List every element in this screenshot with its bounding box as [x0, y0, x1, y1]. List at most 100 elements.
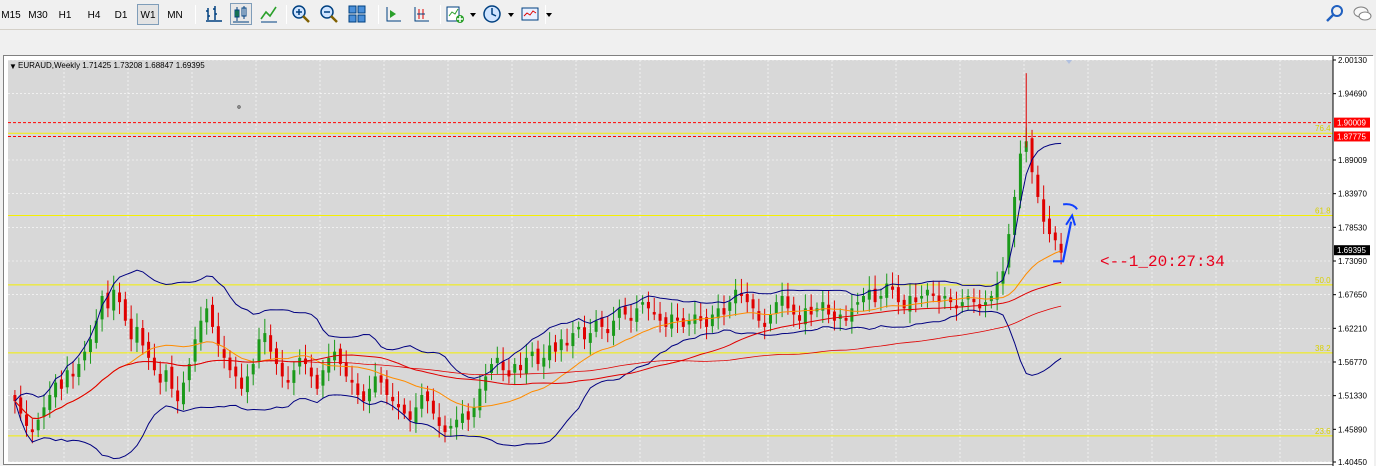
search-icon[interactable] [1324, 3, 1346, 25]
candle-body [501, 361, 505, 371]
candle-body [437, 417, 441, 426]
candlestick-chart-icon[interactable] [230, 3, 252, 25]
candle-body [513, 364, 517, 373]
timeframe-d1[interactable]: D1 [112, 4, 130, 25]
candle-body [856, 302, 860, 305]
templates-icon[interactable] [519, 3, 541, 25]
candle-body [751, 299, 755, 309]
price-tag-label: 1.90009 [1337, 119, 1366, 128]
candle-body [484, 376, 488, 391]
candle-body [367, 388, 371, 402]
tile-windows-icon[interactable] [346, 3, 368, 25]
candle-body [896, 287, 900, 303]
candle-body [350, 379, 354, 383]
line-chart-icon[interactable] [258, 3, 280, 25]
candle-body [385, 379, 389, 395]
candle-body [995, 283, 999, 300]
candle-body [768, 314, 772, 324]
candle-body [1053, 232, 1057, 241]
candle-body [861, 295, 865, 303]
candle-body [984, 302, 988, 305]
candle-body [1018, 153, 1022, 201]
indicators-icon[interactable] [444, 3, 466, 25]
candle-body [54, 382, 58, 398]
candle-body [48, 394, 52, 410]
candle-body [745, 293, 749, 303]
candle-body [710, 314, 714, 327]
dropdown-caret-icon[interactable] [470, 13, 476, 17]
price-tick-label: 1.94690 [1338, 90, 1367, 99]
candle-body [548, 345, 552, 361]
candle-body [88, 339, 92, 353]
price-tag-label: 1.87775 [1337, 132, 1366, 141]
price-tick-label: 2.00130 [1338, 56, 1367, 65]
candle-body [59, 379, 63, 389]
candle-body [792, 304, 796, 315]
fib-level-label: 76.4 [1315, 124, 1331, 133]
price-tick-label: 1.89009 [1338, 156, 1367, 165]
price-tick-label: 1.62210 [1338, 324, 1367, 333]
candle-body [205, 308, 209, 323]
candle-body [687, 320, 691, 325]
price-tick-label: 1.73090 [1338, 257, 1367, 266]
chart-header: EURAUD,Weekly 1.71425 1.73208 1.68847 1.… [18, 61, 205, 70]
fib-level-label: 23.6 [1315, 427, 1331, 436]
candle-body [71, 373, 75, 377]
price-tick-label: 1.78530 [1338, 223, 1367, 232]
zoom-out-icon[interactable] [318, 3, 340, 25]
candle-body [269, 335, 273, 352]
candle-body [617, 308, 621, 318]
candle-body [943, 295, 947, 299]
candle-body [193, 339, 197, 362]
toolbar-separator [286, 5, 287, 24]
price-tick-label: 1.45890 [1338, 425, 1367, 434]
candle-body [402, 404, 406, 414]
candle-body [234, 366, 238, 377]
toolbar-separator [440, 5, 441, 24]
autoscroll-icon[interactable] [410, 3, 432, 25]
candle-body [25, 414, 29, 426]
candle-body [571, 333, 575, 347]
candle-body [1047, 218, 1051, 235]
candle-body [356, 383, 360, 395]
candle-body [181, 382, 185, 405]
candle-body [652, 312, 656, 315]
candle-body [449, 425, 453, 429]
timeframe-w1[interactable]: W1 [137, 4, 159, 25]
symbol-menu-arrow[interactable]: ▼ [9, 62, 17, 71]
candle-body [664, 317, 668, 327]
dropdown-caret-icon[interactable] [508, 13, 514, 17]
candle-body [391, 396, 395, 402]
chart-shift-icon[interactable] [382, 3, 404, 25]
timeframe-h1[interactable]: H1 [55, 4, 75, 25]
candle-body [844, 317, 848, 321]
timeframe-m15[interactable]: M15 [0, 4, 22, 25]
candle-body [36, 419, 40, 431]
candle-body [588, 333, 592, 343]
candle-body [1036, 174, 1040, 197]
candle-body [187, 364, 191, 381]
candle-body [321, 370, 325, 386]
timeframe-h4[interactable]: H4 [83, 4, 105, 25]
periods-icon[interactable] [481, 3, 503, 25]
timeframe-m30[interactable]: M30 [25, 4, 51, 25]
candle-body [507, 370, 511, 377]
bar-chart-icon[interactable] [203, 3, 225, 25]
candle-body [30, 429, 34, 433]
candle-body [658, 313, 662, 321]
candle-body [123, 299, 127, 321]
candle-body [780, 295, 784, 306]
dropdown-caret-icon[interactable] [546, 13, 552, 17]
price-tick-label: 1.83970 [1338, 190, 1367, 199]
candle-body [286, 380, 290, 383]
candle-body [274, 348, 278, 365]
candle-body [257, 339, 261, 362]
candle-body [757, 311, 761, 321]
candle-body [362, 391, 366, 402]
candle-body [176, 390, 180, 402]
zoom-in-icon[interactable] [290, 3, 312, 25]
candle-body [774, 302, 778, 314]
timeframe-mn[interactable]: MN [164, 4, 186, 25]
candle-body [891, 286, 895, 290]
chat-icon[interactable] [1351, 3, 1373, 25]
